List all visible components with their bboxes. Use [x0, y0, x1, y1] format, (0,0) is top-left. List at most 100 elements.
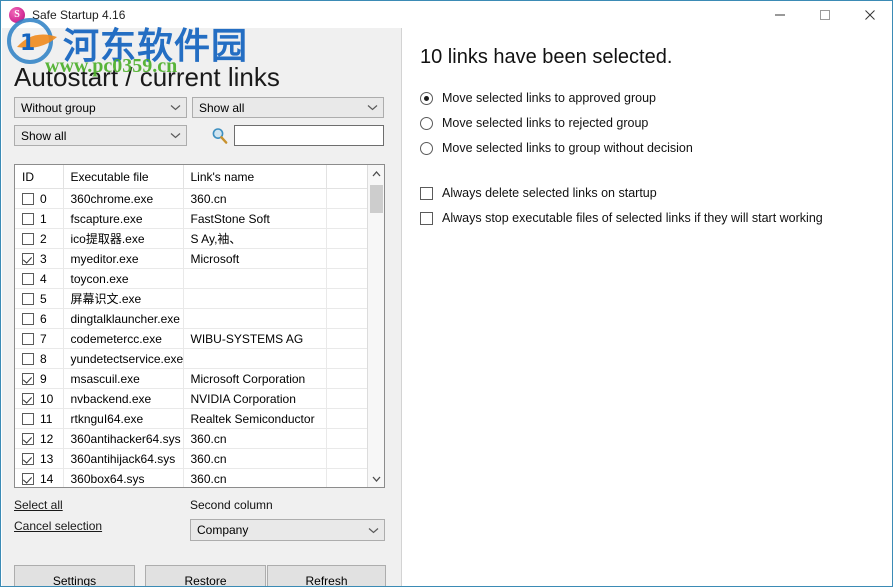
row-link-name-cell — [183, 268, 327, 289]
group-filter-value: Without group — [21, 100, 96, 115]
row-checkbox[interactable] — [22, 212, 34, 225]
row-spacer-cell — [326, 368, 369, 389]
radio-move-to-approved[interactable]: Move selected links to approved group — [420, 91, 656, 105]
row-id-label: 7 — [40, 331, 47, 346]
scroll-down-icon[interactable] — [368, 470, 384, 487]
row-checkbox[interactable] — [22, 192, 34, 205]
row-checkbox[interactable] — [22, 272, 34, 285]
row-spacer-cell — [326, 328, 369, 349]
radio-label: Move selected links to group without dec… — [442, 141, 693, 155]
row-checkbox[interactable] — [22, 472, 34, 485]
table-row[interactable]: 5 屏幕识文.exe — [15, 288, 369, 309]
radio-move-without-decision[interactable]: Move selected links to group without dec… — [420, 141, 693, 155]
refresh-button[interactable]: Refresh — [267, 565, 386, 586]
table-row[interactable]: 8 yundetectservice.exe — [15, 348, 369, 369]
row-checkbox[interactable] — [22, 412, 34, 425]
row-executable-cell: 360chrome.exe — [63, 188, 184, 209]
window-title: Safe Startup 4.16 — [32, 7, 126, 22]
row-id-cell: 11 — [15, 408, 64, 429]
row-checkbox[interactable] — [22, 372, 34, 385]
table-row[interactable]: 14 360box64.sys 360.cn — [15, 468, 369, 487]
second-column-dropdown[interactable]: Company — [190, 519, 385, 541]
chevron-down-icon — [168, 132, 182, 139]
row-link-name-cell: FastStone Soft — [183, 208, 327, 229]
links-table-grid: ID Executable file Link's name 0 360chrom… — [15, 165, 369, 487]
restore-button[interactable]: Restore — [145, 565, 266, 586]
table-row[interactable]: 2 ico提取器.exe S Ay,袖、 — [15, 228, 369, 249]
row-id-label: 2 — [40, 231, 47, 246]
close-icon[interactable] — [847, 1, 892, 28]
row-id-cell: 10 — [15, 388, 64, 409]
checkbox-always-delete[interactable]: Always delete selected links on startup — [420, 186, 657, 200]
table-row[interactable]: 4 toycon.exe — [15, 268, 369, 289]
table-row[interactable]: 12 360antihacker64.sys 360.cn — [15, 428, 369, 449]
search-input[interactable] — [234, 125, 384, 146]
show-filter-right-dropdown[interactable]: Show all — [192, 97, 384, 118]
checkbox-always-stop[interactable]: Always stop executable files of selected… — [420, 211, 823, 225]
column-header-spacer — [326, 165, 369, 189]
checkbox-label: Always stop executable files of selected… — [442, 211, 823, 225]
row-checkbox[interactable] — [22, 452, 34, 465]
row-id-label: 1 — [40, 211, 47, 226]
row-checkbox[interactable] — [22, 312, 34, 325]
cancel-selection-link[interactable]: Cancel selection — [14, 519, 102, 533]
row-executable-cell: rtknguI64.exe — [63, 408, 184, 429]
row-link-name-cell: Realtek Semiconductor — [183, 408, 327, 429]
row-checkbox[interactable] — [22, 392, 34, 405]
row-link-name-cell: S Ay,袖、 — [183, 228, 327, 249]
window-controls — [757, 1, 892, 28]
row-id-cell: 8 — [15, 348, 64, 369]
table-row[interactable]: 7 codemetercc.exe WIBU-SYSTEMS AG — [15, 328, 369, 349]
show-filter-left-dropdown[interactable]: Show all — [14, 125, 187, 146]
row-id-label: 3 — [40, 251, 47, 266]
row-link-name-cell — [183, 308, 327, 329]
row-checkbox[interactable] — [22, 292, 34, 305]
row-checkbox[interactable] — [22, 432, 34, 445]
table-row[interactable]: 9 msascuil.exe Microsoft Corporation — [15, 368, 369, 389]
row-executable-cell: msascuil.exe — [63, 368, 184, 389]
left-panel: Autostart / current links Without group … — [2, 28, 402, 586]
minimize-icon[interactable] — [757, 1, 802, 28]
title-bar: S Safe Startup 4.16 — [1, 1, 892, 28]
column-header-link-name[interactable]: Link's name — [183, 165, 327, 189]
table-row[interactable]: 0 360chrome.exe 360.cn — [15, 188, 369, 209]
column-header-id[interactable]: ID — [15, 165, 64, 189]
table-row[interactable]: 13 360antihijack64.sys 360.cn — [15, 448, 369, 469]
row-id-cell: 14 — [15, 468, 64, 487]
column-header-executable[interactable]: Executable file — [63, 165, 184, 189]
row-link-name-cell: WIBU-SYSTEMS AG — [183, 328, 327, 349]
scrollbar-thumb[interactable] — [370, 185, 383, 213]
table-row[interactable]: 10 nvbackend.exe NVIDIA Corporation — [15, 388, 369, 409]
row-link-name-cell: 360.cn — [183, 448, 327, 469]
row-id-cell: 4 — [15, 268, 64, 289]
row-id-cell: 7 — [15, 328, 64, 349]
row-checkbox[interactable] — [22, 232, 34, 245]
radio-move-to-rejected[interactable]: Move selected links to rejected group — [420, 116, 648, 130]
table-row[interactable]: 6 dingtalklauncher.exe — [15, 308, 369, 329]
row-checkbox[interactable] — [22, 352, 34, 365]
checkbox-indicator — [420, 211, 433, 225]
maximize-icon[interactable] — [802, 1, 847, 28]
row-link-name-cell: 360.cn — [183, 468, 327, 487]
table-vertical-scrollbar[interactable] — [367, 165, 384, 487]
row-spacer-cell — [326, 428, 369, 449]
row-id-cell: 13 — [15, 448, 64, 469]
select-all-link[interactable]: Select all — [14, 498, 63, 512]
checkbox-indicator — [420, 186, 433, 200]
scroll-up-icon[interactable] — [368, 165, 384, 182]
row-spacer-cell — [326, 248, 369, 269]
row-checkbox[interactable] — [22, 252, 34, 265]
group-filter-dropdown[interactable]: Without group — [14, 97, 187, 118]
settings-button[interactable]: Settings — [14, 565, 135, 586]
row-spacer-cell — [326, 208, 369, 229]
table-row[interactable]: 3 myeditor.exe Microsoft — [15, 248, 369, 269]
row-checkbox[interactable] — [22, 332, 34, 345]
row-id-cell: 9 — [15, 368, 64, 389]
table-row[interactable]: 11 rtknguI64.exe Realtek Semiconductor — [15, 408, 369, 429]
row-spacer-cell — [326, 468, 369, 487]
row-spacer-cell — [326, 348, 369, 369]
row-executable-cell: fscapture.exe — [63, 208, 184, 229]
row-executable-cell: nvbackend.exe — [63, 388, 184, 409]
row-id-label: 6 — [40, 311, 47, 326]
table-row[interactable]: 1 fscapture.exe FastStone Soft — [15, 208, 369, 229]
